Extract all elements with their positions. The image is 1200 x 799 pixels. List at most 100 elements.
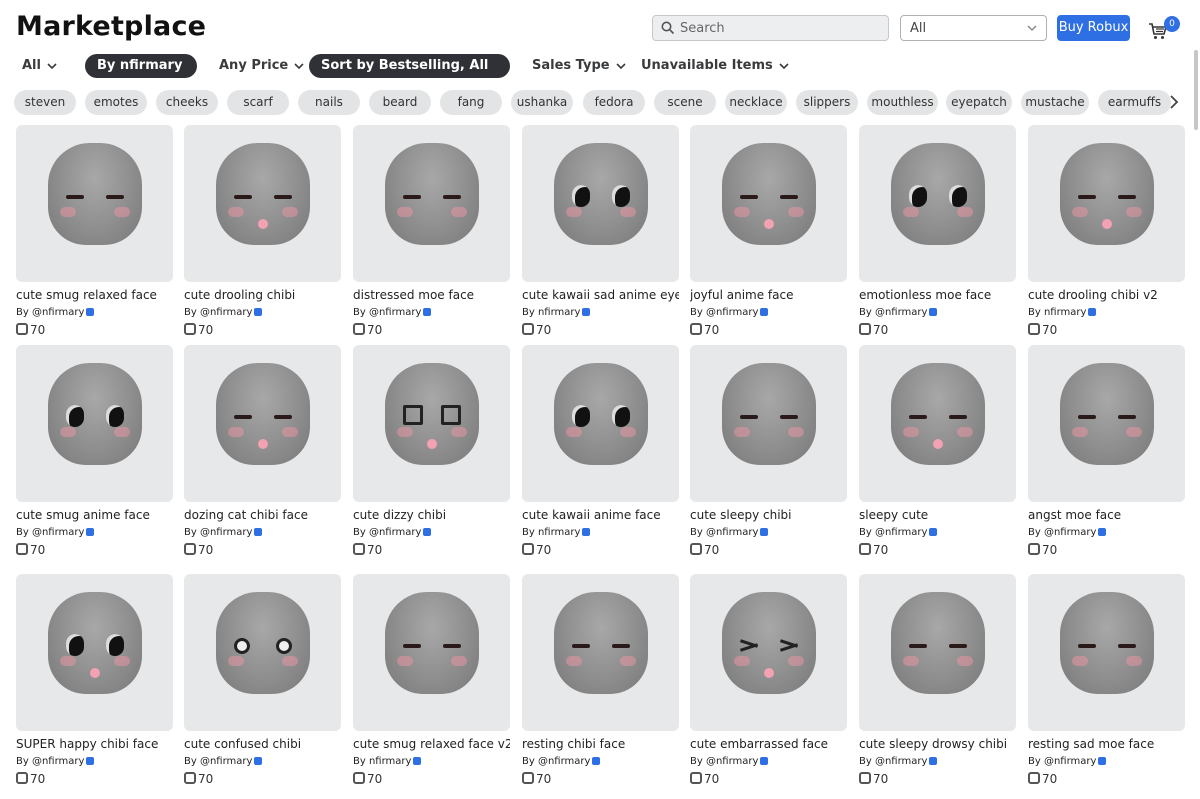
creator-link[interactable]: @nfirmary (706, 307, 758, 318)
creator-link[interactable]: @nfirmary (875, 756, 927, 767)
item-thumbnail[interactable] (859, 574, 1016, 731)
item-thumbnail[interactable] (184, 125, 341, 282)
sort-filter-pill[interactable]: Sort by Bestselling, All Time✕ (309, 54, 510, 97)
item-thumbnail[interactable] (522, 574, 679, 731)
scrollbar[interactable] (1194, 50, 1198, 130)
buy-robux-button[interactable]: Buy Robux (1057, 15, 1130, 41)
item-thumbnail[interactable] (522, 125, 679, 282)
item-card[interactable]: cute confused chibi By @nfirmary 70 (184, 574, 341, 799)
tag-chip[interactable]: nails (298, 90, 360, 115)
item-name[interactable]: cute smug relaxed face v2 (353, 737, 510, 751)
item-card[interactable]: joyful anime face By @nfirmary 70 (690, 125, 847, 350)
item-thumbnail[interactable] (690, 345, 847, 502)
creator-link[interactable]: @nfirmary (369, 527, 421, 538)
creator-link[interactable]: @nfirmary (32, 527, 84, 538)
item-thumbnail[interactable] (690, 574, 847, 731)
item-thumbnail[interactable] (690, 125, 847, 282)
tag-chip[interactable]: fang (440, 90, 502, 115)
item-name[interactable]: cute smug relaxed face (16, 288, 173, 302)
item-card[interactable]: SUPER happy chibi face By @nfirmary 70 (16, 574, 173, 799)
tag-chip[interactable]: ushanka (511, 90, 573, 115)
tag-chip[interactable]: necklace (725, 90, 787, 115)
item-card[interactable]: cute embarrassed face By @nfirmary 70 (690, 574, 847, 799)
item-card[interactable]: cute kawaii sad anime eyes By nfirmary 70 (522, 125, 679, 350)
search-input[interactable] (680, 19, 880, 37)
unavailable-items-filter[interactable]: Unavailable Items (641, 53, 789, 79)
tag-chip[interactable]: slippers (796, 90, 858, 115)
item-name[interactable]: cute sleepy drowsy chibi (859, 737, 1016, 751)
creator-link[interactable]: @nfirmary (706, 527, 758, 538)
item-thumbnail[interactable] (16, 125, 173, 282)
item-card[interactable]: cute drooling chibi v2 By nfirmary 70 (1028, 125, 1185, 350)
item-card[interactable]: cute drooling chibi By @nfirmary 70 (184, 125, 341, 350)
item-card[interactable]: resting chibi face By @nfirmary 70 (522, 574, 679, 799)
tag-chip[interactable]: eyepatch (946, 90, 1012, 115)
item-name[interactable]: cute kawaii sad anime eyes (522, 288, 679, 302)
item-card[interactable]: sleepy cute By @nfirmary 70 (859, 345, 1016, 570)
creator-link[interactable]: nfirmary (1044, 307, 1086, 318)
item-thumbnail[interactable] (353, 125, 510, 282)
item-name[interactable]: cute dizzy chibi (353, 508, 510, 522)
item-name[interactable]: cute drooling chibi (184, 288, 341, 302)
item-card[interactable]: cute sleepy drowsy chibi By @nfirmary 70 (859, 574, 1016, 799)
creator-link[interactable]: @nfirmary (706, 756, 758, 767)
item-thumbnail[interactable] (522, 345, 679, 502)
item-card[interactable]: cute smug anime face By @nfirmary 70 (16, 345, 173, 570)
creator-link[interactable]: @nfirmary (875, 527, 927, 538)
item-card[interactable]: distressed moe face By @nfirmary 70 (353, 125, 510, 350)
creator-link[interactable]: nfirmary (538, 307, 580, 318)
search-box[interactable] (652, 15, 889, 41)
tag-chip[interactable]: mustache (1021, 90, 1089, 115)
item-card[interactable]: resting sad moe face By @nfirmary 70 (1028, 574, 1185, 799)
category-filter[interactable]: All (22, 53, 57, 79)
item-card[interactable]: cute dizzy chibi By @nfirmary 70 (353, 345, 510, 570)
item-thumbnail[interactable] (16, 574, 173, 731)
item-card[interactable]: cute sleepy chibi By @nfirmary 70 (690, 345, 847, 570)
item-name[interactable]: dozing cat chibi face (184, 508, 341, 522)
item-thumbnail[interactable] (16, 345, 173, 502)
creator-link[interactable]: @nfirmary (32, 307, 84, 318)
tag-chip[interactable]: scarf (227, 90, 289, 115)
item-thumbnail[interactable] (1028, 574, 1185, 731)
item-card[interactable]: dozing cat chibi face By @nfirmary 70 (184, 345, 341, 570)
creator-link[interactable]: @nfirmary (538, 756, 590, 767)
tag-chip[interactable]: scene (654, 90, 716, 115)
creator-link[interactable]: @nfirmary (369, 307, 421, 318)
item-name[interactable]: sleepy cute (859, 508, 1016, 522)
creator-link[interactable]: @nfirmary (200, 527, 252, 538)
creator-link[interactable]: @nfirmary (875, 307, 927, 318)
item-thumbnail[interactable] (353, 574, 510, 731)
item-name[interactable]: resting sad moe face (1028, 737, 1185, 751)
item-thumbnail[interactable] (184, 345, 341, 502)
item-card[interactable]: emotionless moe face By @nfirmary 70 (859, 125, 1016, 350)
item-name[interactable]: SUPER happy chibi face (16, 737, 173, 751)
item-card[interactable]: cute smug relaxed face v2 By nfirmary 70 (353, 574, 510, 799)
item-name[interactable]: cute confused chibi (184, 737, 341, 751)
item-name[interactable]: cute embarrassed face (690, 737, 847, 751)
creator-link[interactable]: @nfirmary (1044, 527, 1096, 538)
item-thumbnail[interactable] (1028, 125, 1185, 282)
tag-chip[interactable]: emotes (85, 90, 147, 115)
tag-chip[interactable]: mouthless (867, 90, 938, 115)
item-thumbnail[interactable] (1028, 345, 1185, 502)
sales-type-filter[interactable]: Sales Type (532, 53, 626, 79)
creator-link[interactable]: nfirmary (538, 527, 580, 538)
price-filter[interactable]: Any Price (219, 53, 304, 79)
item-name[interactable]: emotionless moe face (859, 288, 1016, 302)
item-name[interactable]: cute sleepy chibi (690, 508, 847, 522)
tag-chip[interactable]: earmuffs (1098, 90, 1171, 115)
item-name[interactable]: cute kawaii anime face (522, 508, 679, 522)
tag-chip[interactable]: cheeks (156, 90, 218, 115)
creator-link[interactable]: @nfirmary (200, 756, 252, 767)
item-thumbnail[interactable] (353, 345, 510, 502)
item-thumbnail[interactable] (184, 574, 341, 731)
tag-chip[interactable]: beard (369, 90, 431, 115)
creator-link[interactable]: nfirmary (369, 756, 411, 767)
item-name[interactable]: distressed moe face (353, 288, 510, 302)
category-select[interactable]: All (900, 15, 1047, 41)
item-name[interactable]: cute drooling chibi v2 (1028, 288, 1185, 302)
creator-link[interactable]: @nfirmary (200, 307, 252, 318)
tag-chip[interactable]: fedora (583, 90, 645, 115)
creator-filter-pill[interactable]: By nfirmary✕ (85, 54, 197, 97)
item-name[interactable]: angst moe face (1028, 508, 1185, 522)
